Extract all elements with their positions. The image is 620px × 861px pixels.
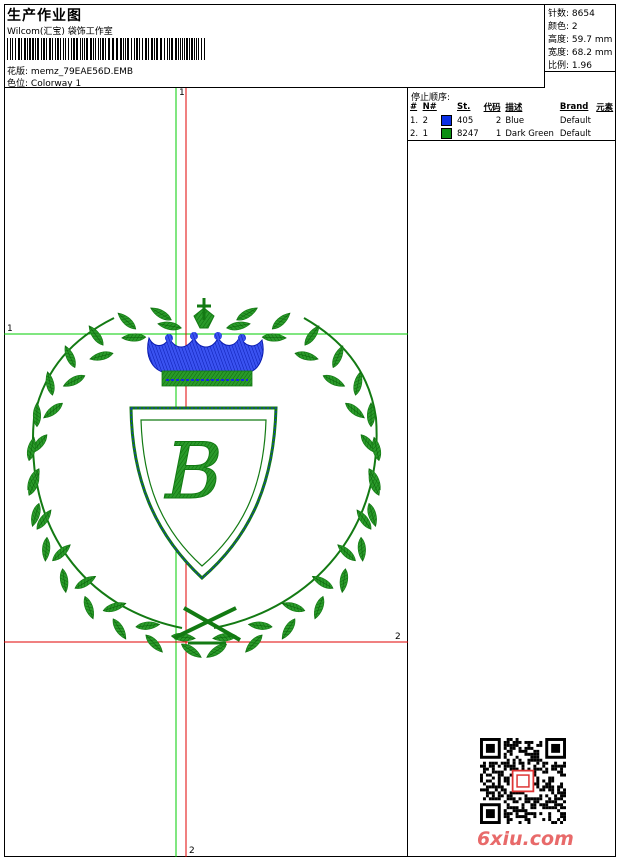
col-brand: Brand xyxy=(559,102,589,112)
cell-swatch xyxy=(439,127,455,140)
cell-number: 1. xyxy=(410,115,419,126)
watermark-logo: 6xiu.com xyxy=(477,828,574,850)
cell-swatch xyxy=(439,114,455,127)
cell-needle: 1 xyxy=(422,128,428,139)
embroidery-design: B xyxy=(4,88,408,857)
cell-needle: 2 xyxy=(422,115,428,126)
guide-marker-right: 2 xyxy=(395,632,401,642)
stop-sequence-table: # N# St. 代码 描述 Brand 元素 1. 2 405 2 Blue … xyxy=(408,100,616,141)
cell-element xyxy=(594,127,616,140)
color-swatch xyxy=(441,128,453,139)
col-element: 元素 xyxy=(596,103,614,113)
stats-panel: 针数: 8654 颜色: 2 高度: 59.7 mm 宽度: 68.2 mm 比… xyxy=(545,4,616,72)
cell-element xyxy=(594,114,616,127)
guide-marker-bottom: 2 xyxy=(189,846,195,856)
cell-brand: Default xyxy=(559,128,591,139)
col-swatch xyxy=(439,100,455,114)
stat-colors: 颜色: 2 xyxy=(548,22,578,32)
table-row: 1. 2 405 2 Blue Default xyxy=(408,114,616,127)
design-preview: B 1 1 2 2 xyxy=(4,88,408,857)
cell-number: 2. xyxy=(410,128,419,139)
cell-description: Blue xyxy=(505,115,525,126)
stat-height: 高度: 59.7 mm xyxy=(548,35,613,45)
cell-description: Dark Green xyxy=(505,128,554,139)
stat-stitches: 针数: 8654 xyxy=(548,9,595,19)
col-needle: N# xyxy=(422,102,437,112)
monogram-letter: B xyxy=(163,427,222,517)
cell-stitches: 8247 xyxy=(457,128,479,139)
cell-code: 2 xyxy=(495,115,502,126)
cell-stitches: 405 xyxy=(457,115,474,126)
company-name: Wilcom(汇宝) 袋饰工作室 xyxy=(7,27,113,37)
header-panel: 生产作业图 Wilcom(汇宝) 袋饰工作室 花版: memz_79EAE56D… xyxy=(4,4,545,89)
col-number: # xyxy=(410,102,418,112)
qr-code xyxy=(480,738,566,824)
guide-marker-left: 1 xyxy=(7,324,13,334)
barcode xyxy=(7,38,205,60)
col-stitches: St. xyxy=(457,102,471,112)
stat-width: 宽度: 68.2 mm xyxy=(548,48,613,58)
page-title: 生产作业图 xyxy=(7,8,82,24)
shield-emblem: B xyxy=(129,406,278,581)
col-description: 描述 xyxy=(505,103,523,113)
stat-scale: 比例: 1.96 xyxy=(548,61,592,71)
table-header-row: # N# St. 代码 描述 Brand 元素 xyxy=(408,100,616,114)
guide-marker-top: 1 xyxy=(179,88,185,98)
cell-code: 1 xyxy=(495,128,502,139)
table-row: 2. 1 8247 1 Dark Green Default xyxy=(408,127,616,140)
qr-logo-icon xyxy=(511,769,535,793)
cell-brand: Default xyxy=(559,115,591,126)
col-code: 代码 xyxy=(483,103,501,113)
color-swatch xyxy=(441,115,453,126)
